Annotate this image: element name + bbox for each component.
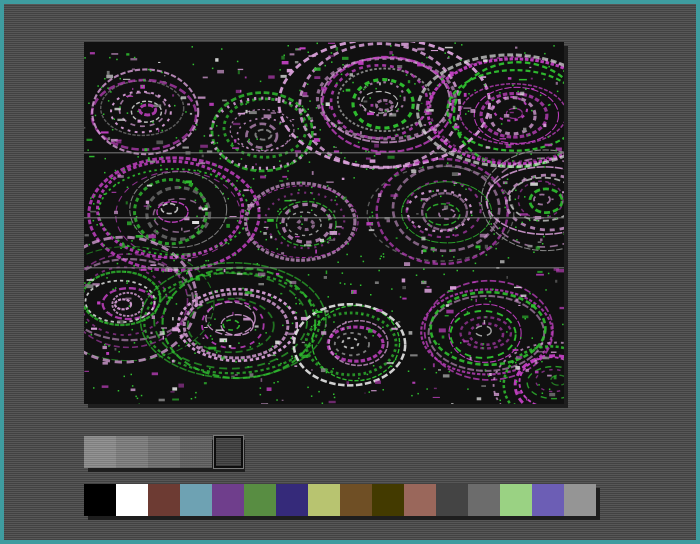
color-swatch-5[interactable] [212,484,244,516]
color-swatch-6[interactable] [244,484,276,516]
color-swatch-13[interactable] [468,484,500,516]
color-swatch-3[interactable] [148,484,180,516]
gray-swatch-4[interactable] [180,436,212,468]
color-swatch-1[interactable] [84,484,116,516]
drawing-canvas[interactable] [84,42,564,404]
color-palette [84,484,596,516]
color-swatch-12[interactable] [436,484,468,516]
gray-swatch-3[interactable] [148,436,180,468]
color-swatch-10[interactable] [372,484,404,516]
psychedelic-pattern-image [84,42,564,404]
color-swatch-2[interactable] [116,484,148,516]
color-swatch-11[interactable] [404,484,436,516]
gray-swatch-2[interactable] [116,436,148,468]
color-swatch-14[interactable] [500,484,532,516]
color-swatch-7[interactable] [276,484,308,516]
color-swatch-4[interactable] [180,484,212,516]
color-swatch-15[interactable] [532,484,564,516]
selected-gray-swatch[interactable] [213,435,244,469]
gray-swatch-1[interactable] [84,436,116,468]
color-swatch-16[interactable] [564,484,596,516]
color-swatch-8[interactable] [308,484,340,516]
gray-shade-strip [84,435,244,469]
color-swatch-9[interactable] [340,484,372,516]
